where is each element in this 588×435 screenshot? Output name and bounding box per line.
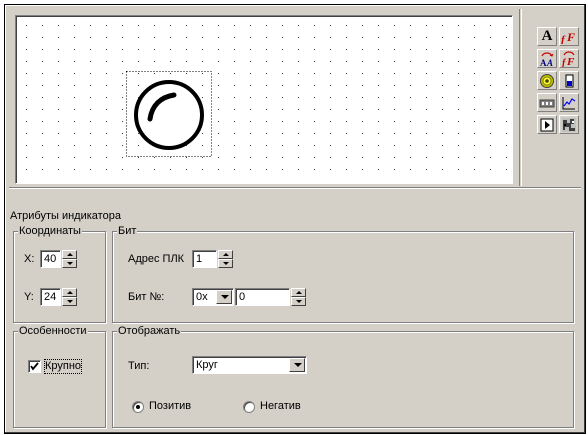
checkmark-icon (30, 362, 39, 371)
text-swap-tool-icon: A A (540, 51, 554, 67)
bit-prefix-value: 0x (196, 291, 208, 303)
y-label: Y: (24, 291, 34, 303)
x-spin-up-button[interactable] (62, 250, 77, 259)
text-tool-button[interactable]: A (537, 27, 557, 46)
button-element-tool-button[interactable] (537, 115, 557, 134)
font-tool-button[interactable]: f F (559, 27, 579, 46)
element-toolbox: A f F A A f F (521, 9, 582, 186)
plc-address-label: Адрес ПЛК (128, 253, 185, 265)
x-input[interactable]: 40 (40, 250, 61, 268)
negative-radio-label[interactable]: Негатив (260, 400, 301, 413)
arrow-down-icon (223, 262, 229, 265)
x-spin-down-button[interactable] (62, 259, 77, 268)
x-label: X: (24, 253, 35, 265)
chevron-down-icon (294, 363, 302, 367)
bit-number-input[interactable]: 0 (235, 288, 290, 306)
arrow-down-icon (67, 262, 73, 265)
radio-selected-dot (136, 405, 140, 409)
bit-number-spin-down-button[interactable] (291, 297, 306, 306)
bit-group (112, 231, 574, 323)
bitmap-tool-button[interactable] (559, 115, 579, 134)
y-spin-down-button[interactable] (62, 297, 77, 306)
font-tool-icon: f F (561, 30, 575, 44)
coordinates-group (13, 231, 106, 323)
plc-address-spinner[interactable] (218, 250, 233, 268)
coordinates-title: Координаты (18, 225, 82, 237)
numeric-display-tool-icon (539, 99, 555, 107)
font-swap-tool-button[interactable]: f F (559, 49, 579, 68)
plc-address-spin-up-button[interactable] (218, 250, 233, 259)
features-title: Особенности (18, 325, 88, 337)
y-spinner[interactable] (62, 288, 77, 306)
bitmap-tool-icon (562, 117, 576, 132)
x-spinner[interactable] (62, 250, 77, 268)
display-title: Отображать (117, 325, 182, 337)
features-group (13, 331, 106, 428)
large-checkbox[interactable] (28, 360, 41, 373)
bit-number-label: Бит №: (128, 291, 165, 303)
bit-number-spin-up-button[interactable] (291, 288, 306, 297)
lamp-indicator-tool-icon (540, 73, 554, 88)
numeric-display-tool-button[interactable] (537, 93, 557, 112)
button-tool-icon (540, 118, 554, 131)
font-swap-tool-icon: f F (562, 50, 575, 67)
bit-title: Бит (117, 225, 138, 237)
plc-address-spin-down-button[interactable] (218, 259, 233, 268)
positive-radio-label[interactable]: Позитив (149, 400, 191, 413)
positive-radio[interactable] (132, 401, 144, 413)
indicator-editor-window: A f F A A f F Атрибуты индикатора Коорди… (4, 4, 586, 434)
canvas-frame (9, 9, 520, 186)
arrow-up-icon (67, 253, 73, 256)
gauge-tool-button[interactable] (559, 71, 579, 90)
svg-text:F: F (566, 30, 575, 44)
bit-prefix-dropdown-button[interactable] (216, 290, 232, 304)
arrow-up-icon (296, 291, 302, 294)
type-select[interactable]: Круг (192, 356, 307, 374)
type-value: Круг (196, 359, 218, 371)
y-spin-up-button[interactable] (62, 288, 77, 297)
chevron-down-icon (221, 295, 229, 299)
large-checkbox-label[interactable]: Крупно (43, 359, 83, 374)
display-group (112, 331, 574, 428)
gauge-tool-icon (565, 74, 574, 87)
trend-chart-tool-button[interactable] (559, 93, 579, 112)
bit-prefix-select[interactable]: 0x (192, 288, 234, 306)
indicator-circle-icon (134, 80, 204, 150)
lamp-tool-button[interactable] (537, 71, 557, 90)
svg-text:A: A (540, 58, 547, 67)
arrow-up-icon (67, 291, 73, 294)
type-label: Тип: (128, 360, 150, 372)
svg-text:f: f (561, 34, 566, 44)
text-tool-icon: A (541, 28, 553, 44)
arrow-up-icon (223, 253, 229, 256)
arrow-down-icon (296, 300, 302, 303)
canvas-dot-grid (26, 25, 507, 170)
trend-chart-tool-icon (562, 96, 576, 109)
indicator-attributes-title: Атрибуты индикатора (9, 210, 122, 222)
bit-number-spinner[interactable] (291, 288, 306, 306)
design-canvas[interactable] (15, 15, 513, 184)
separator (9, 187, 581, 189)
negative-radio[interactable] (243, 401, 255, 413)
plc-address-input[interactable]: 1 (192, 250, 217, 268)
text-swap-tool-button[interactable]: A A (537, 49, 557, 68)
svg-text:A: A (546, 58, 553, 67)
y-input[interactable]: 24 (40, 288, 61, 306)
type-dropdown-button[interactable] (289, 358, 305, 372)
svg-text:F: F (566, 56, 575, 67)
arrow-down-icon (67, 300, 73, 303)
round-indicator-element[interactable] (126, 71, 212, 157)
